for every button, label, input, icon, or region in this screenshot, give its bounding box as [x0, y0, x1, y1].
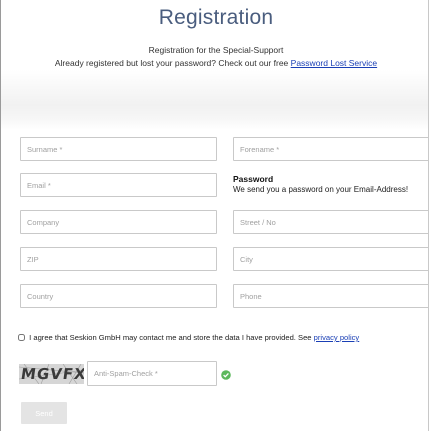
lost-password-notice: Already registered but lost your passwor… [1, 58, 430, 68]
email-input[interactable] [20, 173, 217, 197]
lost-password-text: Already registered but lost your passwor… [54, 58, 289, 68]
password-note-text: We send you a password on your Email-Add… [233, 185, 409, 194]
zip-input[interactable] [20, 247, 217, 271]
city-input[interactable] [233, 247, 429, 271]
password-note: Password We send you a password on your … [233, 174, 408, 194]
privacy-policy-link[interactable]: privacy policy [314, 333, 360, 342]
password-note-title: Password [233, 174, 274, 184]
captcha-image: MGVFX [19, 364, 84, 384]
consent-text: I agree that Seskion GmbH may contact me… [29, 333, 312, 342]
forename-input[interactable] [233, 137, 429, 161]
street-input[interactable] [233, 210, 429, 234]
company-input[interactable] [20, 210, 217, 234]
registration-panel: Registration Registration for the Specia… [0, 0, 429, 431]
consent-checkbox[interactable] [18, 334, 25, 341]
check-circle-icon [221, 370, 231, 380]
page-subtitle: Registration for the Special-Support [148, 45, 284, 55]
phone-input[interactable] [233, 284, 429, 308]
consent-row: I agree that Seskion GmbH may contact me… [18, 333, 428, 342]
country-input[interactable] [20, 284, 217, 308]
send-button[interactable]: Send [21, 402, 67, 424]
captcha-text: MGVFX [19, 365, 84, 383]
surname-input[interactable] [20, 137, 217, 161]
page-title: Registration [158, 6, 274, 29]
password-lost-link[interactable]: Password Lost Service [291, 58, 377, 68]
anti-spam-input[interactable] [87, 361, 217, 386]
